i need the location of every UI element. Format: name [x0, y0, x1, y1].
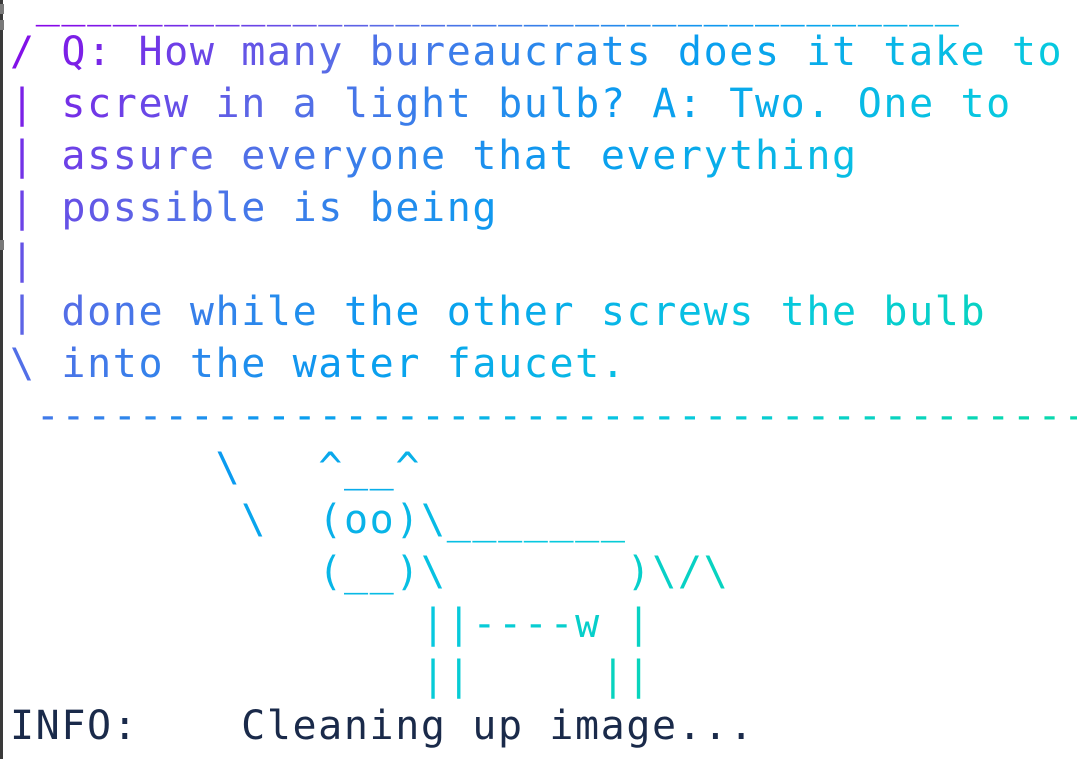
cowsay-line: | possible is being | [10, 185, 499, 231]
left-gutter [0, 0, 3, 759]
cow-art-line: (__)\ )\/\ [318, 549, 730, 595]
cow-art-line: ||----w | [421, 601, 653, 647]
terminal-window[interactable]: ____________________________________ / Q… [0, 0, 1077, 759]
cowsay-line: ----------------------------------------… [35, 393, 1077, 439]
gutter-mark [0, 4, 4, 14]
gutter-mark [0, 20, 4, 30]
cow-art-line: \ (oo)\_______ [241, 497, 627, 543]
cowsay-line: | assure everyone that everything | [10, 133, 858, 179]
cowsay-line: / Q: How many bureaucrats does it take t… [10, 29, 1064, 75]
status-line: INFO: Cleaning up image... [10, 703, 755, 749]
cowsay-line: | done while the other screws the bulb | [10, 289, 987, 335]
cow-art-line: \ ^__^ [215, 445, 421, 491]
cowsay-line: \ into the water faucet. / [10, 341, 627, 387]
cowsay-line: | screw in a light bulb? A: Two. One to … [10, 81, 1012, 127]
cowsay-line: | | [10, 237, 36, 283]
gutter-mark [0, 240, 4, 250]
cow-art-line: || || [421, 653, 653, 699]
